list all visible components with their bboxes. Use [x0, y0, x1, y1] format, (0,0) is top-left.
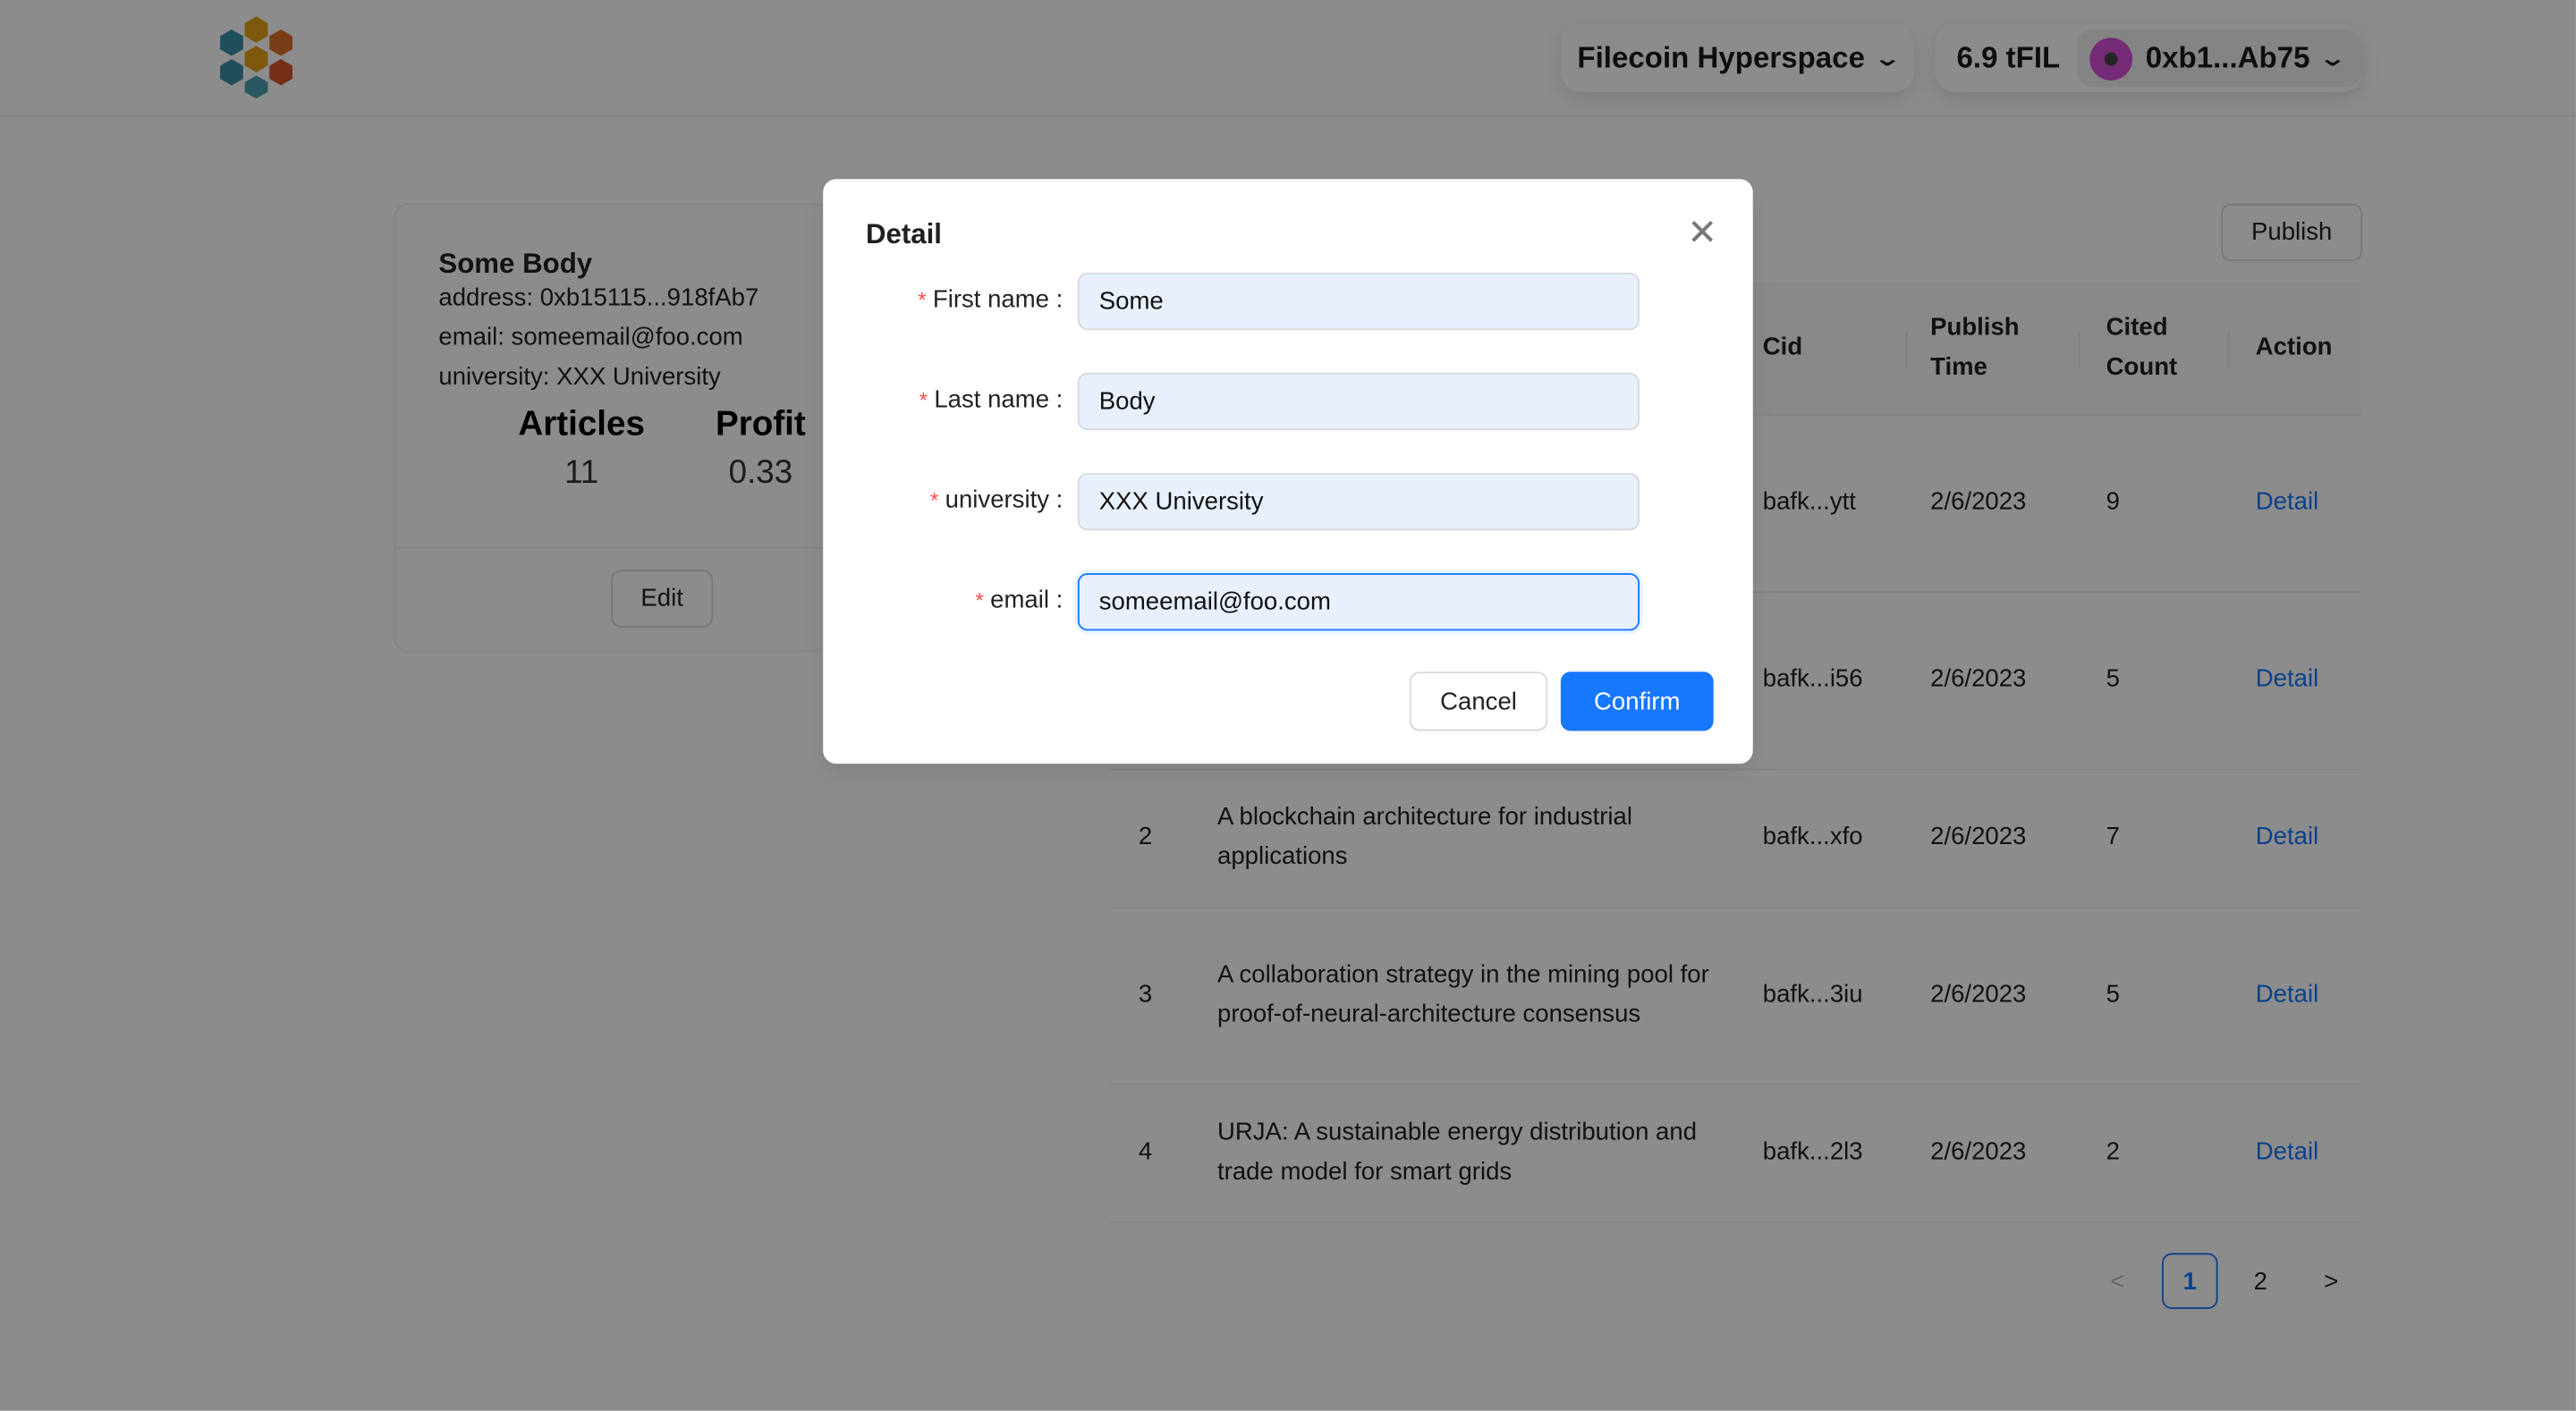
first-name-input[interactable] [1077, 272, 1640, 331]
required-marker: * [918, 287, 927, 312]
label-colon: : [1049, 586, 1063, 614]
close-icon[interactable]: ✕ [1687, 212, 1717, 255]
confirm-button[interactable]: Confirm [1560, 672, 1714, 731]
required-marker: * [930, 487, 939, 513]
label-text: university [945, 486, 1050, 514]
last-name-input[interactable] [1077, 372, 1640, 431]
label-colon: : [1049, 486, 1063, 514]
field-label: * university : [930, 486, 1063, 514]
label-text: Last name [934, 385, 1050, 414]
required-marker: * [975, 587, 984, 613]
label-colon: : [1049, 385, 1063, 414]
university-input[interactable] [1077, 472, 1640, 531]
required-marker: * [919, 387, 928, 413]
modal-title: Detail [865, 218, 942, 250]
detail-modal: Detail ✕ *First name :*Last name :*unive… [823, 179, 1753, 765]
cancel-button[interactable]: Cancel [1409, 672, 1548, 731]
email-input[interactable] [1077, 573, 1640, 631]
field-label: * email : [976, 587, 1063, 614]
label-colon: : [1049, 285, 1063, 314]
label-text: email [990, 586, 1050, 614]
label-text: First name [932, 285, 1050, 314]
field-label: * Last name : [919, 386, 1063, 414]
field-label: * First name : [918, 286, 1063, 314]
